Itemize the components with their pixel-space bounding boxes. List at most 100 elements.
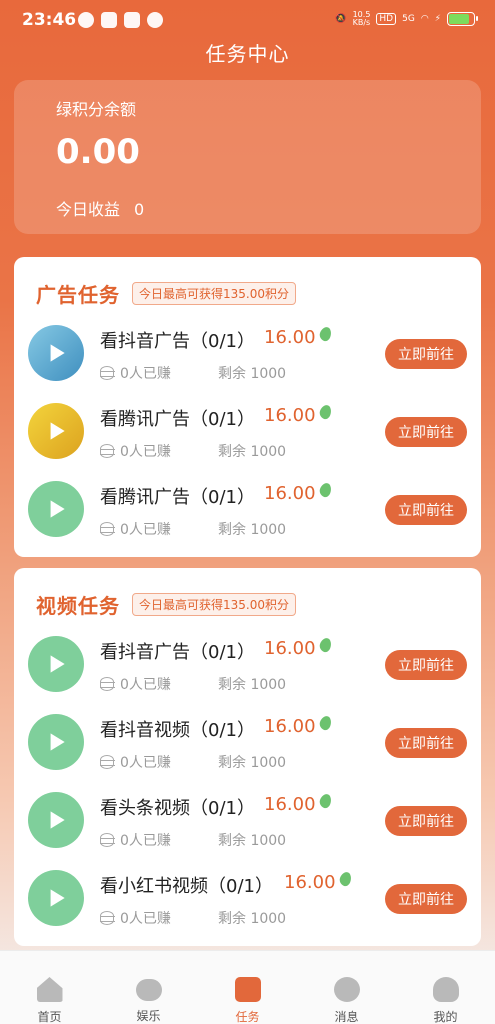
task-remain: 剩余 1000 [218,366,287,382]
today-earnings: 今日收益 0 [56,196,144,220]
tab-label: 首页 [37,1010,62,1024]
reward-value: 16.00 [264,483,316,504]
page-title: 任务中心 [205,42,290,66]
bean-icon [317,792,333,809]
wifi-icon: ◠ [420,14,429,24]
section-title: 广告任务 [36,283,120,307]
task-earned: 0人已赚 [99,830,171,850]
go-button[interactable]: 立即前往 [385,339,467,369]
task-row: 看抖音广告（0/1） 16.00 0人已赚 剩余 1000 立即前往 [14,636,481,714]
coin-stack-icon [99,755,115,769]
play-icon[interactable] [28,792,84,848]
go-button[interactable]: 立即前往 [385,728,467,758]
bean-icon [317,714,333,731]
task-remain: 剩余 1000 [218,833,287,849]
go-button[interactable]: 立即前往 [385,884,467,914]
status-bar: 23:46 🔕 10.5 KB/s HD 5G ◠ ⚡ [0,0,495,42]
task-remain: 剩余 1000 [218,522,287,538]
task-row: 看头条视频（0/1） 16.00 0人已赚 剩余 1000 立即前往 [14,792,481,870]
task-earned: 0人已赚 [99,908,171,928]
earned-text: 0人已赚 [120,522,171,538]
task-earned: 0人已赚 [99,752,171,772]
task-name: 看抖音视频（0/1） [100,720,255,741]
bean-icon [317,481,333,498]
status-right: 🔕 10.5 KB/s HD 5G ◠ ⚡ [335,10,478,27]
tab-label: 任务 [235,1010,260,1024]
earned-text: 0人已赚 [120,755,171,771]
section-badge: 今日最高可获得135.00积分 [132,282,296,305]
earned-text: 0人已赚 [120,911,171,927]
reward-value: 16.00 [264,794,316,815]
task-name: 看小红书视频（0/1） [100,876,273,897]
bean-icon [317,325,333,342]
tab-profile[interactable]: 我的 [396,951,495,1024]
gamepad-icon [135,979,162,1001]
home-icon [36,977,63,1002]
net-speed: 10.5 KB/s [352,10,371,27]
tab-entertainment[interactable]: 娱乐 [99,951,198,1024]
reward-value: 16.00 [264,638,316,659]
section-title: 视频任务 [36,594,120,618]
bean-icon [317,636,333,653]
go-button[interactable]: 立即前往 [385,417,467,447]
message-icon [333,977,360,1002]
section-badge: 今日最高可获得135.00积分 [132,593,296,616]
task-remain: 剩余 1000 [218,444,287,460]
tab-messages[interactable]: 消息 [297,951,396,1024]
play-icon[interactable] [28,325,84,381]
play-icon[interactable] [28,636,84,692]
task-row: 看腾讯广告（0/1） 16.00 0人已赚 剩余 1000 立即前往 [14,403,481,481]
today-earnings-label: 今日收益 [56,200,121,219]
play-icon[interactable] [28,481,84,537]
play-icon[interactable] [28,714,84,770]
task-reward: 16.00 [264,714,333,737]
reward-value: 16.00 [264,716,316,737]
go-button[interactable]: 立即前往 [385,495,467,525]
task-remain: 剩余 1000 [218,677,287,693]
tab-tasks[interactable]: 任务 [198,951,297,1024]
bean-icon [337,870,353,887]
task-reward: 16.00 [264,481,333,504]
coin-stack-icon [99,444,115,458]
coin-stack-icon [99,366,115,380]
task-icon [234,977,261,1002]
video-task-section: 视频任务 今日最高可获得135.00积分 看抖音广告（0/1） 16.00 0人… [14,568,481,946]
task-remain: 剩余 1000 [218,911,287,927]
task-name: 看腾讯广告（0/1） [100,409,255,430]
reward-value: 16.00 [264,327,316,348]
battery-icon [447,12,478,26]
task-row: 看小红书视频（0/1） 16.00 0人已赚 剩余 1000 立即前往 [14,870,481,948]
reward-value: 16.00 [264,405,316,426]
earned-text: 0人已赚 [120,444,171,460]
go-button[interactable]: 立即前往 [385,650,467,680]
play-icon[interactable] [28,870,84,926]
earned-text: 0人已赚 [120,833,171,849]
balance-card: 绿积分余额 0.00 今日收益 0 [14,80,481,234]
task-row: 看抖音广告（0/1） 16.00 0人已赚 剩余 1000 立即前往 [14,325,481,403]
status-time: 23:46 [22,10,77,30]
task-name: 看抖音广告（0/1） [100,642,255,663]
task-reward: 16.00 [264,792,333,815]
task-remain: 剩余 1000 [218,755,287,771]
tab-label: 消息 [334,1010,359,1024]
task-name: 看腾讯广告（0/1） [100,487,255,508]
chat-bubble-icon [78,12,94,28]
ad-task-section: 广告任务 今日最高可获得135.00积分 看抖音广告（0/1） 16.00 0人… [14,257,481,557]
task-reward: 16.00 [264,636,333,659]
earned-text: 0人已赚 [120,677,171,693]
play-icon[interactable] [28,403,84,459]
tab-home[interactable]: 首页 [0,951,99,1024]
task-earned: 0人已赚 [99,519,171,539]
go-button[interactable]: 立即前往 [385,806,467,836]
task-row: 看腾讯广告（0/1） 16.00 0人已赚 剩余 1000 立即前往 [14,481,481,559]
bean-icon [317,403,333,420]
browser-icon [124,12,140,28]
balance-label: 绿积分余额 [56,100,137,119]
mute-icon: 🔕 [335,14,347,24]
balance-amount: 0.00 [56,132,140,172]
task-earned: 0人已赚 [99,441,171,461]
notification-icons [78,12,163,28]
bottom-tab-bar: 首页 娱乐 任务 消息 我的 [0,950,495,1024]
wechat-icon [147,12,163,28]
task-earned: 0人已赚 [99,674,171,694]
